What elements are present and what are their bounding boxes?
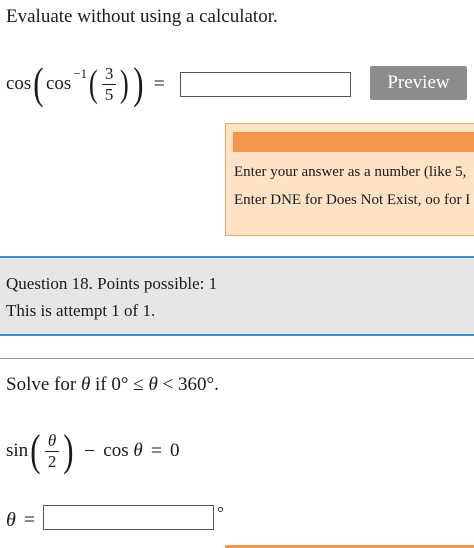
close-paren: ) [133, 59, 144, 108]
answer-input[interactable] [180, 72, 351, 97]
attempt-text: This is attempt 1 of 1. [6, 301, 156, 320]
fraction: 3 5 [101, 64, 117, 105]
close-paren: ) [120, 63, 130, 105]
equals-sign: = [23, 508, 36, 531]
lt-symbol: < [162, 374, 174, 395]
cos-function: cos [103, 440, 129, 461]
inverse-exponent: −1 [73, 66, 88, 81]
fraction-denominator: 5 [104, 84, 114, 104]
theta-symbol: θ [80, 374, 91, 395]
section-divider [0, 334, 474, 336]
equals-sign: = [150, 439, 162, 462]
answer-label: θ = [6, 505, 35, 535]
fraction-denominator: 2 [47, 451, 57, 471]
math-expression: cos ( cos −1 ( 3 5 ) ) = [6, 58, 173, 110]
section-divider [0, 358, 474, 359]
sin-function: sin [6, 440, 29, 461]
cos-function: cos [45, 73, 72, 94]
question-prompt: Solve for θ if 0° ≤ θ < 360°. [6, 374, 219, 396]
theta-symbol: θ [148, 374, 158, 395]
math-equation: sin ( θ 2 ) − cos θ = 0 [6, 424, 179, 478]
help-text: Enter your answer as a number (like 5, [234, 164, 467, 180]
preview-button[interactable]: Preview [370, 66, 467, 100]
question-prompt: Evaluate without using a calculator. [6, 6, 278, 27]
open-paren: ( [89, 63, 98, 105]
fraction: θ 2 [44, 431, 60, 472]
cos-function: cos [6, 73, 32, 94]
open-paren: ( [33, 59, 44, 108]
help-header-bar [233, 132, 474, 152]
fraction-numerator: 3 [101, 64, 117, 85]
homework-page: Evaluate without using a calculator. cos… [0, 0, 474, 548]
help-text: Enter DNE for Does Not Exist, oo for I [234, 192, 471, 208]
question-info: Question 18. Points possible: 1 This is … [0, 258, 474, 334]
prompt-text: Solve for [6, 374, 77, 395]
answer-input[interactable] [43, 505, 214, 530]
leq-symbol: ≤ [133, 374, 144, 395]
minus-sign: − [84, 439, 96, 462]
fraction-numerator: θ [44, 431, 60, 452]
open-paren: ( [30, 426, 41, 475]
degree-symbol: ° [217, 503, 224, 522]
equals-sign: = [153, 72, 165, 95]
zero-value: 0 [169, 440, 180, 461]
theta-symbol: θ [133, 440, 143, 461]
close-paren: ) [63, 426, 74, 475]
theta-symbol: θ [6, 508, 16, 531]
answer-help-panel: Enter your answer as a number (like 5, E… [225, 123, 474, 236]
prompt-text: 360°. [178, 374, 219, 395]
prompt-text: if 0° [95, 374, 129, 395]
question-title: Question 18. Points possible: 1 [6, 274, 218, 293]
